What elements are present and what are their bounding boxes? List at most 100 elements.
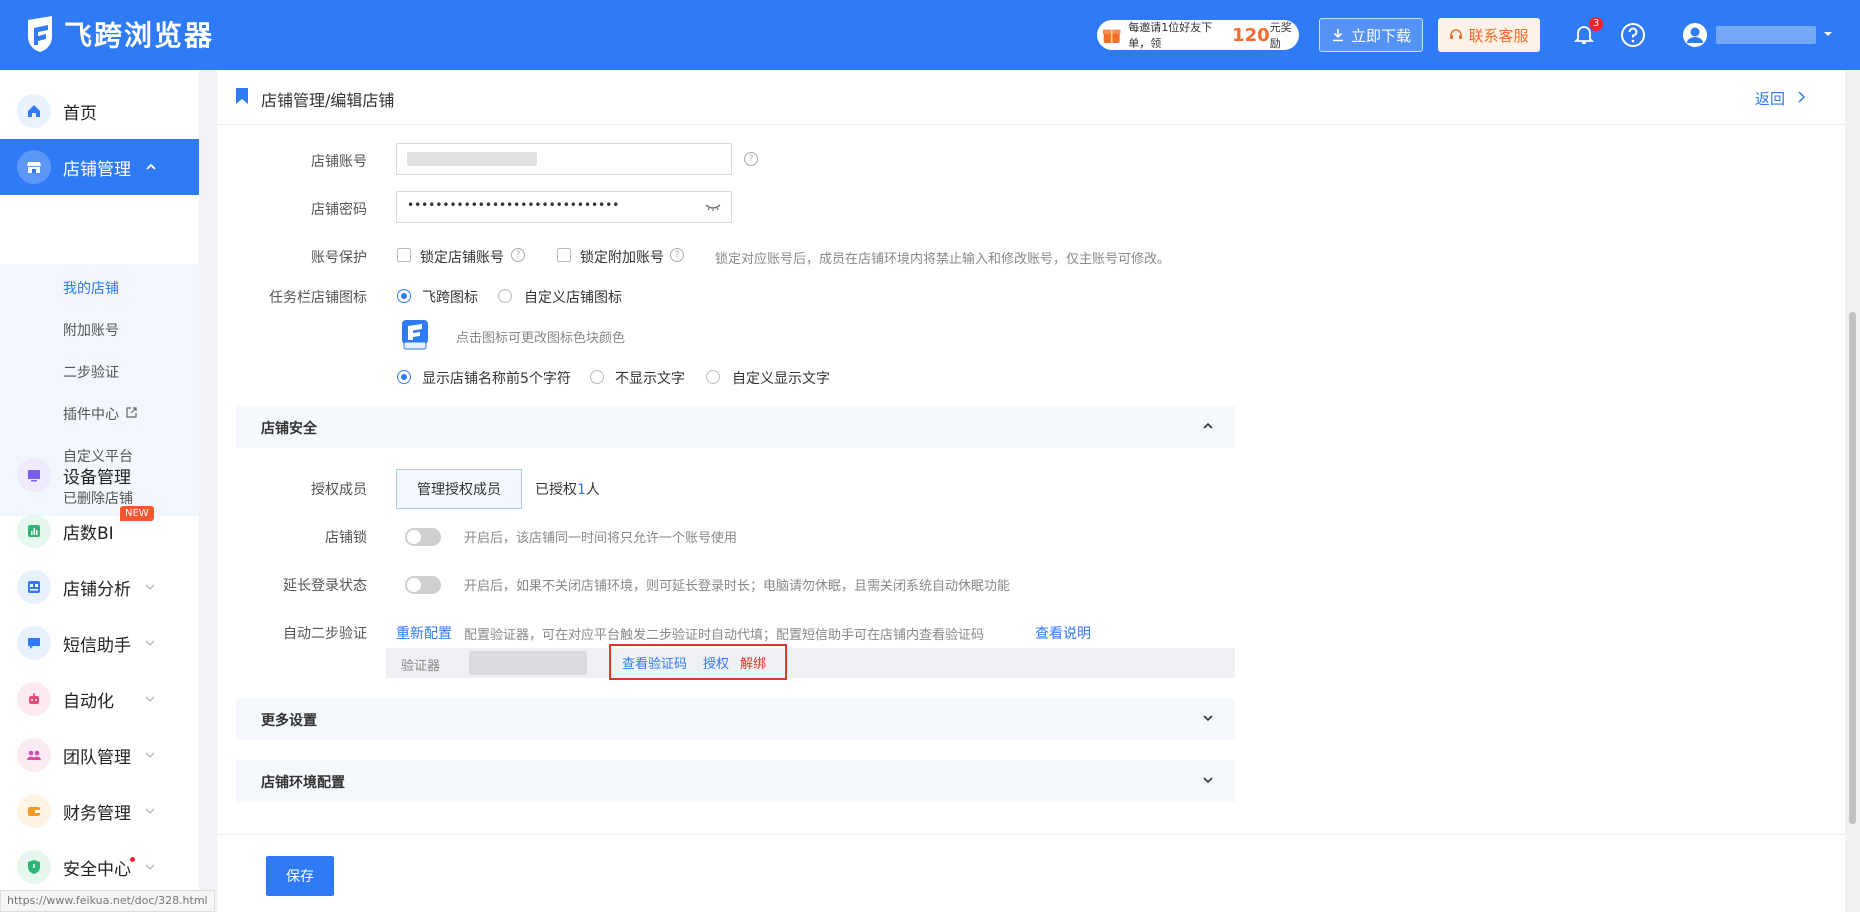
chevron-up-icon (1203, 422, 1213, 429)
extend-login-hint: 开启后，如果不关闭店铺环境，则可延长登录时长；电脑请勿休眠，且需关闭系统自动休眠… (464, 579, 1011, 594)
store-lock-toggle[interactable] (405, 528, 441, 546)
support-label: 联系客服 (1468, 26, 1529, 45)
manage-members-button[interactable]: 管理授权成员 (396, 469, 522, 509)
unbind-link[interactable]: 解绑 (740, 653, 766, 672)
reconfigure-link[interactable]: 重新配置 (396, 623, 452, 643)
store-account-help-icon[interactable]: ? (744, 152, 758, 166)
manage-members-label: 管理授权成员 (417, 482, 501, 498)
sidebar-item-label: 安全中心 (63, 859, 131, 880)
chevron-down-icon (145, 640, 155, 647)
top-bar: 飞跨浏览器 每邀请1位好友下单，领 120 元奖励 立即下载 联系客服 3 (0, 0, 1860, 70)
sidebar-item-label: 团队管理 (63, 747, 131, 768)
promo-prefix: 每邀请1位好友下单，领 (1128, 21, 1213, 50)
lock-store-account-checkbox[interactable] (397, 248, 411, 262)
back-link[interactable]: 返回 (1755, 88, 1785, 109)
download-label: 立即下载 (1350, 26, 1411, 45)
sidebar-item-label: 短信助手 (63, 635, 131, 656)
gift-icon (1102, 29, 1121, 43)
security-alert-dot (130, 857, 135, 862)
eye-closed-icon[interactable] (705, 202, 721, 212)
authenticator-name-redacted (469, 651, 587, 675)
sidebar-item-sms-assistant[interactable]: 短信助手 (0, 615, 199, 671)
text-option-first5-radio[interactable] (397, 370, 411, 384)
lock-extra-help-icon[interactable]: ? (670, 248, 684, 262)
section-title: 店铺环境配置 (261, 775, 345, 791)
password-dots: •••••••••••••••••••••••••••••• (407, 198, 620, 212)
chevron-right-icon[interactable] (1795, 90, 1807, 104)
sidebar-item-finance-management[interactable]: 财务管理 (0, 783, 199, 839)
lock-store-help-icon[interactable]: ? (511, 248, 525, 262)
user-name-redacted[interactable] (1716, 26, 1816, 44)
save-label: 保存 (286, 869, 314, 885)
auth-members-label: 授权成员 (311, 482, 367, 498)
page-title: 店铺管理/编辑店铺 (261, 91, 395, 110)
authorized-count: 1 (577, 482, 586, 498)
sidebar-item-device-management[interactable]: 设备管理 (0, 447, 199, 503)
view-code-link[interactable]: 查看验证码 (622, 653, 687, 672)
store-account-input[interactable] (396, 143, 732, 175)
authorized-count-text: 已授权1人 (535, 482, 600, 498)
icon-option-custom-label[interactable]: 自定义店铺图标 (524, 287, 622, 307)
sidebar-item-label: 店铺分析 (63, 579, 131, 600)
text-option-none-label[interactable]: 不显示文字 (615, 368, 685, 388)
store-password-input[interactable]: •••••••••••••••••••••••••••••• (396, 191, 732, 223)
icon-option-custom-radio[interactable] (498, 289, 512, 303)
lock-extra-account-checkbox[interactable] (557, 248, 571, 262)
lock-extra-account-label[interactable]: 锁定附加账号 (580, 247, 664, 267)
chevron-down-icon (145, 752, 155, 759)
app-logo[interactable]: 飞跨浏览器 (24, 14, 214, 54)
text-option-custom-label[interactable]: 自定义显示文字 (732, 368, 830, 388)
account-protect-label: 账号保护 (311, 250, 367, 266)
taskbar-icon-label: 任务栏店铺图标 (269, 290, 367, 306)
submenu-my-shops[interactable]: 我的店铺 (63, 278, 119, 298)
chevron-down-icon (1203, 777, 1213, 784)
sidebar-item-label: 店铺管理 (63, 159, 131, 180)
icon-option-feikua-label[interactable]: 飞跨图标 (422, 287, 478, 307)
sidebar-item-home[interactable]: 首页 (0, 83, 199, 139)
icon-option-feikua-radio[interactable] (397, 289, 411, 303)
user-avatar-icon[interactable] (1682, 22, 1708, 48)
chevron-down-icon (145, 696, 155, 703)
download-icon (1332, 29, 1343, 42)
submenu-plugin-center[interactable]: 插件中心 (63, 404, 119, 424)
lock-store-account-label[interactable]: 锁定店铺账号 (420, 247, 504, 267)
invite-promo-banner[interactable]: 每邀请1位好友下单，领 120 元奖励 (1097, 20, 1299, 50)
chevron-down-icon (145, 584, 155, 591)
shield-icon (17, 850, 51, 884)
scrollbar-thumb[interactable] (1849, 312, 1856, 824)
logo-text: 飞跨浏览器 (64, 19, 215, 52)
section-more-settings[interactable]: 更多设置 (236, 698, 1235, 740)
submenu-extra-accounts[interactable]: 附加账号 (63, 320, 119, 340)
logo-shield-icon (28, 16, 52, 52)
sidebar-item-label: 店数BI (63, 523, 114, 544)
sidebar-item-label: 自动化 (63, 691, 114, 712)
sidebar-item-team-management[interactable]: 团队管理 (0, 727, 199, 783)
sidebar-item-shop-bi[interactable]: 店数BI (0, 503, 199, 559)
text-option-first5-label[interactable]: 显示店铺名称前5个字符 (422, 368, 571, 388)
text-option-none-radio[interactable] (590, 370, 604, 384)
extend-login-toggle[interactable] (405, 576, 441, 594)
chevron-down-icon[interactable] (1822, 28, 1834, 40)
help-icon[interactable] (1620, 22, 1646, 48)
submenu-two-step[interactable]: 二步验证 (63, 362, 119, 382)
sidebar-item-shop-analysis[interactable]: 店铺分析 (0, 559, 199, 615)
wallet-icon (17, 794, 51, 828)
shop-taskbar-icon[interactable] (400, 318, 430, 350)
section-store-security[interactable]: 店铺安全 (236, 406, 1235, 448)
page-scrollbar[interactable] (1845, 70, 1860, 912)
sidebar-item-shop-management[interactable]: 店铺管理 (0, 139, 199, 195)
text-option-custom-radio[interactable] (706, 370, 720, 384)
contact-support-button[interactable]: 联系客服 (1438, 18, 1540, 52)
icon-change-hint: 点击图标可更改图标色块颜色 (456, 331, 626, 346)
team-icon (17, 738, 51, 772)
download-button[interactable]: 立即下载 (1319, 18, 1423, 52)
sidebar-item-security-center[interactable]: 安全中心 (0, 839, 199, 895)
authorize-link[interactable]: 授权 (703, 653, 729, 672)
store-password-label: 店铺密码 (311, 202, 367, 218)
section-env-config[interactable]: 店铺环境配置 (236, 760, 1235, 802)
sidebar-item-automation[interactable]: 自动化 (0, 671, 199, 727)
section-title: 更多设置 (261, 713, 317, 729)
view-docs-link[interactable]: 查看说明 (1035, 623, 1091, 643)
save-button[interactable]: 保存 (266, 856, 334, 896)
auto-2fa-label: 自动二步验证 (283, 626, 367, 642)
